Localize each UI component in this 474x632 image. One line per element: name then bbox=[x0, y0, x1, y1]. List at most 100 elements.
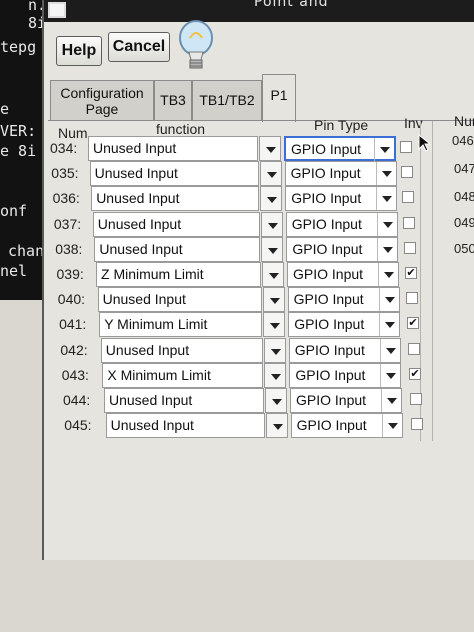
chevron-down-icon[interactable] bbox=[381, 389, 401, 412]
pin-type-select[interactable]: GPIO Input bbox=[285, 186, 398, 212]
window-menu-icon[interactable] bbox=[48, 2, 66, 18]
invert-checkbox[interactable] bbox=[407, 342, 420, 355]
tab-tb3[interactable]: TB3 bbox=[154, 80, 192, 120]
pin-row: 045: Unused Input GPIO Input bbox=[62, 413, 474, 439]
function-select[interactable]: X Minimum Limit bbox=[102, 362, 264, 388]
invert-checkbox[interactable] bbox=[410, 418, 423, 431]
pin-type-select[interactable]: GPIO Input bbox=[287, 262, 399, 287]
tab-tb1-tb2[interactable]: TB1/TB2 bbox=[192, 80, 262, 120]
terminal-line: tepg bbox=[0, 38, 37, 56]
tab-label: TB1/TB2 bbox=[199, 92, 255, 108]
row-number: 034: bbox=[50, 140, 78, 156]
invert-checkbox[interactable]: ✔ bbox=[408, 367, 421, 380]
function-select[interactable]: Unused Input bbox=[92, 211, 260, 237]
chevron-down-icon[interactable] bbox=[262, 287, 285, 313]
cancel-button[interactable]: Cancel bbox=[108, 32, 170, 62]
chevron-down-icon[interactable] bbox=[263, 312, 286, 338]
chevron-down-icon[interactable] bbox=[265, 388, 287, 413]
invert-checkbox[interactable] bbox=[405, 292, 418, 305]
function-select[interactable]: Unused Input bbox=[104, 388, 264, 413]
chevron-down-icon[interactable] bbox=[265, 413, 288, 439]
row-number: 041: bbox=[59, 316, 87, 333]
terminal-line: VER: bbox=[0, 122, 37, 140]
invert-checkbox[interactable] bbox=[401, 191, 414, 204]
pin-type-select[interactable]: GPIO Input bbox=[284, 161, 397, 187]
invert-checkbox[interactable] bbox=[402, 216, 415, 229]
chevron-down-icon[interactable] bbox=[259, 136, 281, 161]
function-select[interactable]: Y Minimum Limit bbox=[99, 312, 263, 338]
row-number: 043: bbox=[61, 366, 89, 383]
function-select[interactable]: Unused Input bbox=[105, 413, 265, 439]
row-number: 042: bbox=[60, 341, 88, 358]
row-number: 035: bbox=[51, 165, 79, 182]
chevron-down-icon[interactable] bbox=[260, 186, 283, 212]
chevron-down-icon[interactable] bbox=[378, 288, 399, 312]
chevron-down-icon[interactable] bbox=[380, 363, 400, 387]
chevron-down-icon[interactable] bbox=[381, 414, 402, 438]
pin-type-select[interactable]: GPIO Input bbox=[284, 136, 396, 161]
row-number: 039: bbox=[56, 266, 84, 282]
function-select[interactable]: Unused Input bbox=[89, 161, 259, 187]
row-number: 038: bbox=[55, 240, 83, 257]
invert-checkbox[interactable]: ✔ bbox=[405, 267, 417, 279]
pin-type-value: GPIO Input bbox=[291, 215, 362, 232]
function-select[interactable]: Unused Input bbox=[100, 337, 263, 363]
help-button[interactable]: Help bbox=[56, 36, 102, 66]
chevron-down-icon[interactable] bbox=[379, 338, 400, 362]
pin-type-value: GPIO Input bbox=[294, 316, 365, 333]
function-select[interactable]: Unused Input bbox=[97, 287, 262, 313]
chevron-down-icon[interactable] bbox=[379, 313, 399, 337]
function-select[interactable]: Unused Input bbox=[88, 136, 258, 161]
pin-type-select[interactable]: GPIO Input bbox=[288, 312, 401, 338]
pin-type-value: GPIO Input bbox=[294, 341, 365, 358]
tab-label: P1 bbox=[270, 87, 288, 103]
pin-row: 041: Y Minimum Limit GPIO Input ✔ bbox=[55, 312, 474, 338]
pin-row: 042: Unused Input GPIO Input bbox=[57, 337, 474, 364]
terminal-line: nel bbox=[0, 262, 28, 280]
row-number: 044: bbox=[63, 392, 91, 408]
tab-label: Page bbox=[85, 101, 119, 117]
chevron-down-icon[interactable] bbox=[378, 263, 398, 286]
title-bar[interactable]: Point and bbox=[44, 0, 474, 22]
pin-type-value: GPIO Input bbox=[296, 392, 367, 408]
invert-checkbox[interactable] bbox=[410, 393, 422, 405]
pin-row: 039: Z Minimum Limit GPIO Input ✔ bbox=[52, 262, 472, 288]
chevron-down-icon[interactable] bbox=[375, 162, 396, 186]
pin-type-select[interactable]: GPIO Input bbox=[287, 287, 400, 313]
pin-type-value: GPIO Input bbox=[291, 141, 362, 157]
pin-type-select[interactable]: GPIO Input bbox=[289, 362, 402, 388]
pin-row: 038: Unused Input GPIO Input bbox=[50, 236, 470, 263]
chevron-down-icon[interactable] bbox=[374, 138, 394, 161]
pin-type-select[interactable]: GPIO Input bbox=[290, 413, 403, 439]
tab-label: TB3 bbox=[160, 92, 186, 108]
chevron-down-icon[interactable] bbox=[261, 236, 284, 262]
chevron-down-icon[interactable] bbox=[376, 212, 397, 236]
pin-type-value: GPIO Input bbox=[292, 240, 363, 257]
chevron-down-icon[interactable] bbox=[264, 362, 287, 388]
pin-row: 040: Unused Input GPIO Input bbox=[54, 287, 474, 313]
tab-configuration-page[interactable]: Configuration Page bbox=[50, 80, 154, 120]
chevron-down-icon[interactable] bbox=[259, 161, 282, 187]
chevron-down-icon[interactable] bbox=[262, 262, 284, 287]
pin-type-select[interactable]: GPIO Input bbox=[288, 337, 401, 363]
pin-row: 044: Unused Input GPIO Input bbox=[60, 388, 474, 414]
function-select[interactable]: Z Minimum Limit bbox=[96, 262, 261, 287]
pin-type-select[interactable]: GPIO Input bbox=[285, 211, 398, 237]
function-select[interactable]: Unused Input bbox=[94, 236, 261, 262]
pin-type-value: GPIO Input bbox=[293, 266, 364, 282]
chevron-down-icon[interactable] bbox=[376, 187, 396, 211]
pin-row: 034: Unused Input GPIO Input bbox=[44, 136, 464, 162]
chevron-down-icon[interactable] bbox=[263, 337, 286, 363]
function-select[interactable]: Unused Input bbox=[91, 186, 260, 212]
pin-type-select[interactable]: GPIO Input bbox=[286, 236, 399, 262]
row-number: 037: bbox=[53, 215, 82, 232]
chevron-down-icon[interactable] bbox=[260, 211, 283, 237]
pin-type-select[interactable]: GPIO Input bbox=[290, 388, 402, 413]
chevron-down-icon[interactable] bbox=[377, 237, 397, 261]
pin-row: 035: Unused Input GPIO Input bbox=[46, 161, 466, 187]
invert-checkbox[interactable] bbox=[400, 166, 413, 179]
invert-checkbox[interactable]: ✔ bbox=[406, 317, 419, 330]
invert-checkbox[interactable] bbox=[400, 141, 412, 153]
invert-checkbox[interactable] bbox=[403, 241, 416, 254]
tab-p1[interactable]: P1 bbox=[262, 74, 296, 122]
